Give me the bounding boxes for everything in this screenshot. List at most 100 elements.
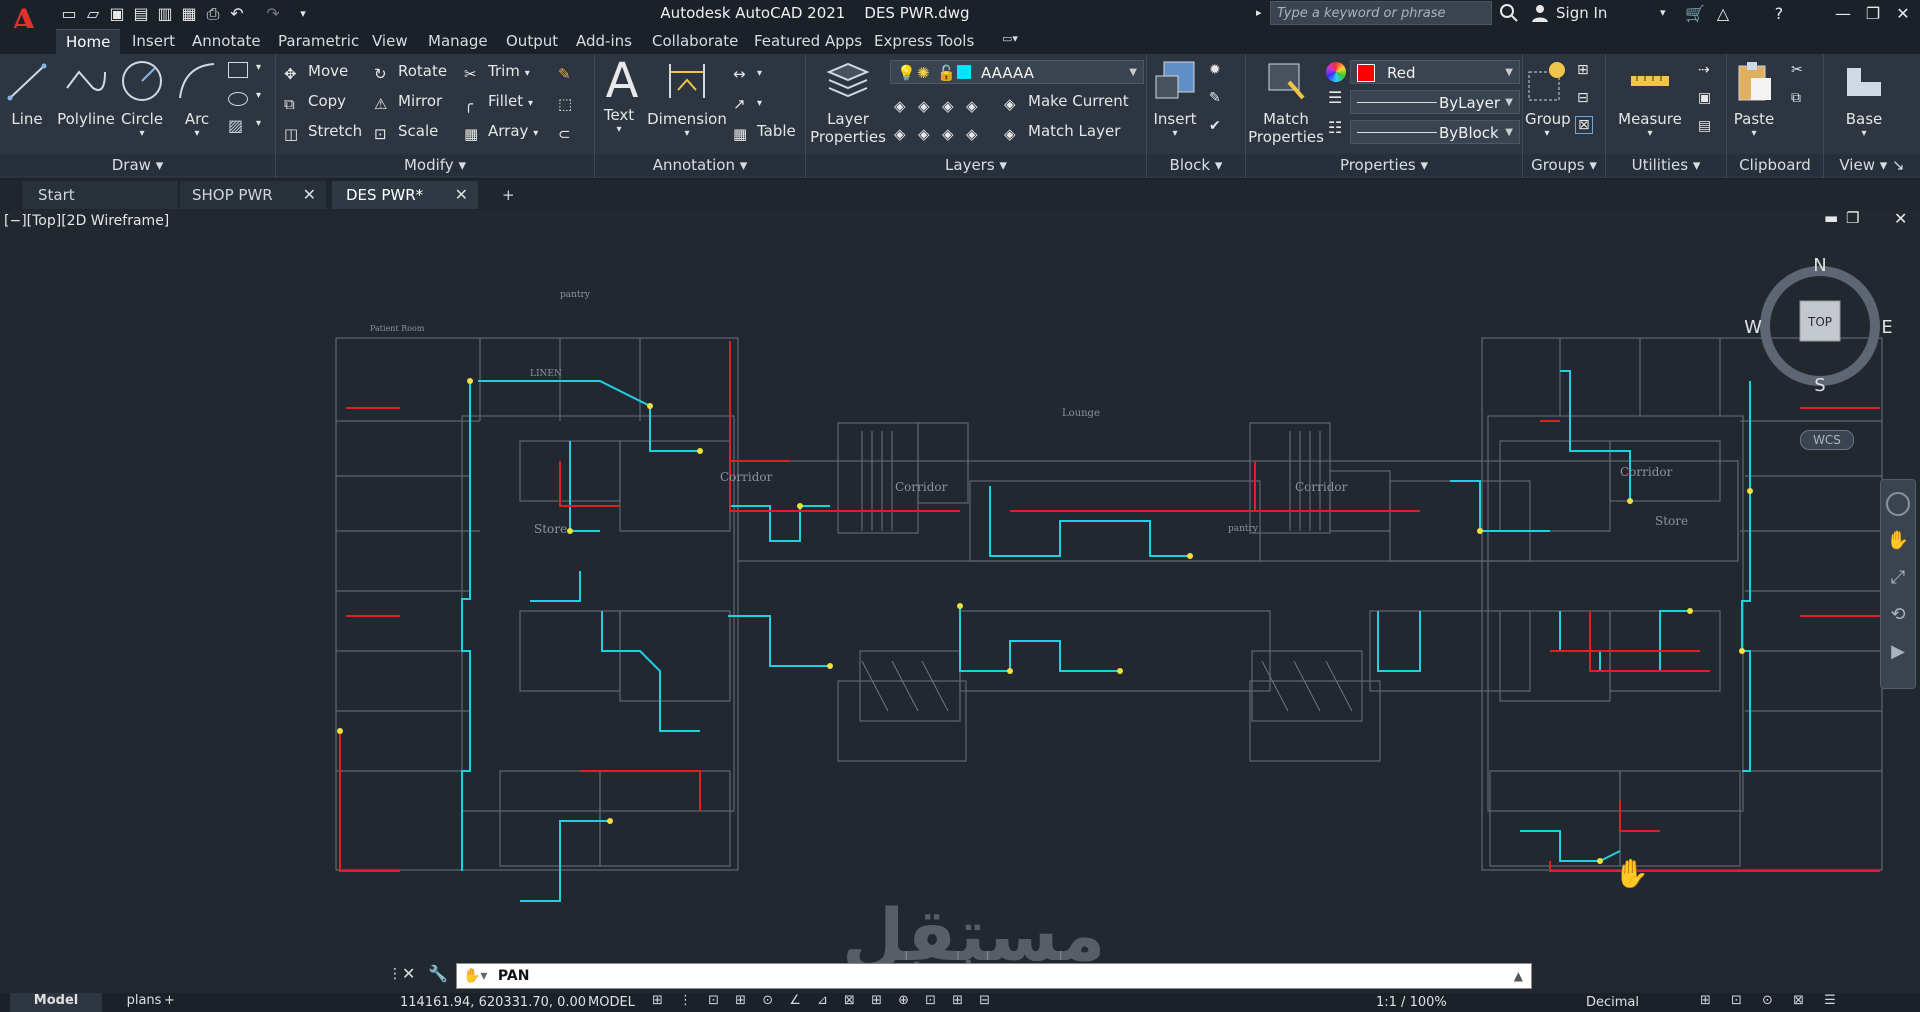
annotation-panel-title[interactable]: Annotation ▾ [595,154,805,176]
tab-featured-apps[interactable]: Featured Apps [754,32,862,50]
edit-block-icon[interactable]: ✎ [1209,90,1221,106]
tab-home[interactable]: Home [56,29,121,55]
layer-properties-button[interactable]: Layer Properties [810,58,886,146]
ribbon-minimize-icon[interactable]: ▭▾ [1002,32,1018,45]
model-tab[interactable]: Model [10,993,102,1012]
tab-output[interactable]: Output [506,32,558,50]
fillet-button[interactable]: ╭ Fillet ▾ [464,88,533,114]
file-tab-shop-pwr[interactable]: SHOP PWR ✕ [180,181,326,209]
showmotion-icon[interactable]: ▶ [1881,641,1915,662]
move-button[interactable]: ✥ Move [284,58,348,84]
erase-button[interactable]: ✎ [558,58,582,84]
viewcube[interactable]: TOP N S E W [1745,251,1895,401]
stretch-button[interactable]: ◫ Stretch [284,118,362,144]
properties-panel-title[interactable]: Properties ▾ [1246,154,1522,176]
new-tab-icon[interactable]: + [494,181,524,209]
tab-add-ins[interactable]: Add-ins [576,32,632,50]
linear-dimension-button[interactable]: ↔ ▾ [733,58,762,84]
quick-select-icon[interactable]: ⇢ [1698,62,1710,78]
viewport-restore-icon[interactable]: ❐ [1846,209,1859,227]
rectangle-dropdown-icon[interactable]: ▾ [256,62,261,73]
viewport-controls-label[interactable]: [−][Top][2D Wireframe] [4,213,169,229]
polyline-button[interactable]: Polyline [54,58,118,128]
array-button[interactable]: ▦ Array ▾ [464,118,538,144]
leader-button[interactable]: ↗ ▾ [733,88,762,114]
tab-annotate[interactable]: Annotate [192,32,261,50]
a360-icon[interactable]: △ [1712,4,1734,24]
tab-manage[interactable]: Manage [428,32,488,50]
zoom-extents-icon[interactable]: ⤢ [1881,567,1915,588]
quick-calc-icon[interactable]: ▤ [1698,118,1711,134]
color-wheel-icon[interactable] [1326,62,1346,82]
circle-dropdown-icon[interactable]: ▾ [118,128,166,139]
layer-tools-row-2[interactable]: ◈ ◈ ◈ ◈ [894,118,990,144]
steering-wheel-icon[interactable] [1886,492,1910,516]
viewport-minimize-icon[interactable]: ▬ [1824,209,1838,227]
sign-in-dropdown-icon[interactable]: ▾ [1660,6,1666,19]
search-input[interactable]: Type a keyword or phrase [1270,1,1492,25]
hatch-dropdown-icon[interactable]: ▾ [256,118,261,129]
modify-panel-title[interactable]: Modify ▾ [276,154,594,176]
arc-dropdown-icon[interactable]: ▾ [174,128,220,139]
drawing-viewport[interactable]: Corridor Corridor Corridor Corridor Stor… [0,209,1920,993]
rectangle-icon[interactable] [228,62,248,78]
trim-button[interactable]: ✂ Trim ▾ [464,58,530,84]
annotation-scale[interactable]: 1:1 / 100% [1376,995,1447,1010]
edit-attributes-icon[interactable]: ✔ [1209,118,1221,134]
help-icon[interactable]: ? [1768,4,1790,24]
create-block-icon[interactable]: ✹ [1209,62,1221,78]
close-tab-icon[interactable]: ✕ [455,181,468,209]
cut-icon[interactable]: ✂ [1791,62,1803,78]
text-button[interactable]: A Text ▾ [599,57,639,135]
close-icon[interactable]: ✕ [1888,2,1918,26]
draw-panel-title[interactable]: Draw ▾ [0,154,275,176]
view-panel-title[interactable]: View ▾ ↘ [1824,154,1920,176]
lineweight-dropdown[interactable]: ByLayer ▼ [1350,90,1520,114]
circle-button[interactable]: Circle ▾ [118,58,166,139]
search-icon[interactable] [1498,2,1520,24]
copy-clip-icon[interactable]: ⧉ [1791,90,1801,106]
paste-button[interactable]: Paste ▾ [1729,58,1779,139]
chevron-right-icon[interactable]: ▸ [1256,6,1262,19]
explode-button[interactable]: ⬚ [558,88,582,114]
pan-icon[interactable]: ✋ [1881,530,1915,551]
clipboard-panel-title[interactable]: Clipboard [1727,154,1823,176]
utilities-panel-title[interactable]: Utilities ▾ [1606,154,1726,176]
table-button[interactable]: ▦ Table [733,118,796,144]
mirror-button[interactable]: ⚠ Mirror [374,88,442,114]
restore-icon[interactable]: ❐ [1858,2,1888,26]
scale-button[interactable]: ⊡ Scale [374,118,438,144]
new-layout-icon[interactable]: + [164,993,175,1008]
tab-view[interactable]: View [372,32,408,50]
file-tab-start[interactable]: Start [22,181,178,209]
command-customize-icon[interactable]: 🔧 [428,964,448,983]
command-close-icon[interactable]: ✕ [402,964,415,983]
group-edit-icon[interactable]: ⊟ [1577,90,1589,106]
layer-dropdown[interactable]: 💡 ✺ 🔓 AAAAA ▼ [890,60,1144,84]
file-tab-des-pwr[interactable]: DES PWR* ✕ [332,181,478,209]
offset-button[interactable]: ⊂ [558,118,582,144]
user-icon[interactable] [1530,3,1550,23]
status-tools[interactable]: ⊞ ⊡ ⊙ ⊠ ☰ [1700,993,1844,1008]
ellipse-dropdown-icon[interactable]: ▾ [256,90,261,101]
tab-collaborate[interactable]: Collaborate [652,32,738,50]
insert-button[interactable]: Insert ▾ [1151,58,1199,139]
rotate-button[interactable]: ↻ Rotate [374,58,447,84]
dimension-button[interactable]: Dimension ▾ [647,58,727,139]
tab-express-tools[interactable]: Express Tools [874,32,974,50]
drafting-toggles[interactable]: ⊞ ⋮ ⊡ ⊞ ⊙ ∠ ⊿ ⊠ ⊞ ⊕ ⊡ ⊞ ⊟ [652,993,996,1008]
groups-panel-title[interactable]: Groups ▾ [1523,154,1605,176]
hatch-icon[interactable]: ▨ [228,116,243,135]
viewport-close-icon[interactable]: ✕ [1894,209,1907,228]
line-button[interactable]: Line [4,58,50,128]
wcs-menu[interactable]: WCS [1800,430,1854,450]
match-properties-button[interactable]: Match Properties [1248,58,1324,146]
orbit-icon[interactable]: ⟲ [1881,604,1915,625]
close-tab-icon[interactable]: ✕ [303,181,316,209]
color-dropdown[interactable]: Red ▼ [1350,60,1520,84]
command-line-grip-icon[interactable]: ⋮ [388,966,402,982]
layers-panel-title[interactable]: Layers ▾ [806,154,1146,176]
command-line-input[interactable]: ✋▾ PAN ▲ [456,963,1532,989]
minimize-icon[interactable]: — [1828,2,1858,26]
group-button[interactable]: Group ▾ [1525,58,1571,139]
